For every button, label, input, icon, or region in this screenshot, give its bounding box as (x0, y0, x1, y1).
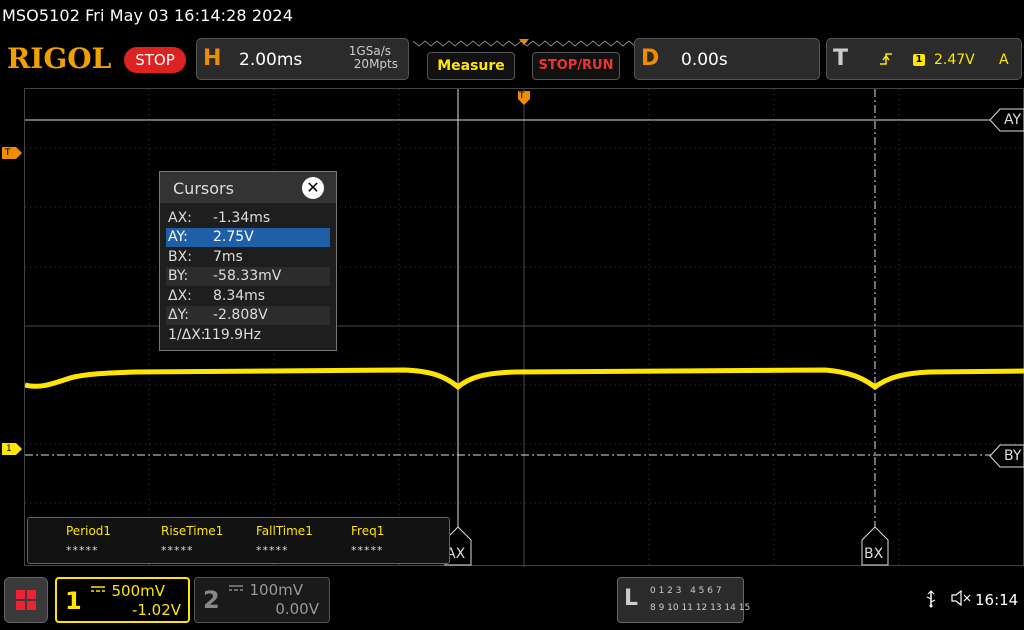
cursor-row-delta-y: ΔY: -2.808V (166, 306, 330, 325)
measurement-value-freq: ***** (351, 544, 384, 557)
channel2-panel[interactable]: 2 100mV 0.00V (194, 577, 330, 623)
grid-cell (16, 590, 25, 599)
cursor-bx-label: BX (864, 546, 884, 562)
grid-cell (27, 601, 36, 610)
cursor-row-value: -58.33mV (213, 268, 282, 284)
cursor-ay-label: AY (1004, 112, 1022, 128)
trigger-mode: A (999, 52, 1009, 68)
cursor-row-value: 7ms (213, 249, 243, 265)
cursor-row-value: -1.34ms (213, 210, 271, 226)
cursors-dialog-title: Cursors (173, 179, 234, 198)
channel1-offset: -1.02V (131, 601, 181, 619)
rising-edge-icon (879, 52, 893, 69)
title-bar: MSO5102 Fri May 03 16:14:28 2024 (0, 0, 1024, 34)
grid-cell (16, 601, 25, 610)
status-clock: 16:14 (975, 591, 1019, 609)
speaker-muted-icon[interactable] (951, 589, 973, 610)
cursor-row-value: 8.34ms (213, 288, 266, 304)
stop-run-button[interactable]: STOP/RUN (532, 52, 620, 80)
cursor-row-value: 2.75V (213, 229, 254, 245)
measurement-label-risetime: RiseTime1 (161, 524, 224, 538)
close-icon[interactable]: ✕ (302, 177, 324, 199)
trigger-letter: T (833, 46, 849, 71)
trigger-position-marker: T (519, 91, 525, 101)
cursor-row-key: ΔY: (168, 307, 189, 323)
run-status-badge: STOP (124, 47, 186, 73)
delay-letter: D (641, 46, 660, 71)
rigol-logo: RIGOL (7, 42, 112, 75)
trigger-level: 2.47V (934, 52, 975, 68)
logic-letter: L (624, 586, 639, 611)
cursor-row-value: 119.9Hz (203, 327, 261, 343)
delay-panel[interactable]: D 0.00s (634, 38, 820, 80)
logic-channels-row2: 8 9 10 11 12 13 14 15 (650, 603, 751, 613)
measurement-value-risetime: ***** (161, 544, 194, 557)
channel2-offset: 0.00V (275, 600, 319, 618)
dc-coupling-icon (91, 586, 105, 592)
cursor-row-key: BX: (168, 249, 192, 265)
top-toolbar: RIGOL STOP H 2.00ms 1GSa/s 20Mpts Measur… (0, 34, 1024, 84)
title-text: MSO5102 Fri May 03 16:14:28 2024 (2, 6, 293, 25)
bottom-bar: 1 500mV -1.02V 2 100mV 0.00V L 0 1 2 3 4… (0, 570, 1024, 630)
measurement-bar[interactable]: Period1 ***** RiseTime1 ***** FallTime1 … (27, 517, 450, 564)
cursor-row-key: ΔX: (168, 288, 192, 304)
cursor-row-ax[interactable]: AX: -1.34ms (166, 209, 330, 228)
measurement-label-period: Period1 (66, 524, 112, 538)
cursor-row-key: AY: (168, 229, 188, 245)
horizontal-letter: H (203, 46, 222, 71)
cursor-row-key: 1/ΔX: (168, 327, 206, 343)
cursor-row-bx[interactable]: BX: 7ms (166, 248, 330, 267)
grid-cell (27, 590, 36, 599)
channel2-scale: 100mV (249, 581, 303, 599)
memory-depth: 20Mpts (353, 57, 398, 71)
channel1-offset-marker[interactable] (2, 443, 22, 455)
measure-button[interactable]: Measure (427, 52, 515, 80)
cursor-row-by[interactable]: BY: -58.33mV (166, 267, 330, 286)
measurement-label-freq: Freq1 (351, 524, 385, 538)
dc-coupling-icon (229, 585, 243, 591)
cursor-row-key: BY: (168, 268, 189, 284)
trigger-level-marker-label: T (5, 148, 11, 158)
trigger-panel[interactable]: T 1 2.47V A (826, 38, 1022, 80)
cursor-by-label: BY (1004, 448, 1022, 464)
measurement-value-period: ***** (66, 544, 99, 557)
cursor-row-key: AX: (168, 210, 192, 226)
trigger-source-badge: 1 (913, 54, 925, 66)
home-menu-button[interactable] (4, 577, 48, 623)
channel1-scale: 500mV (111, 582, 165, 600)
channel1-number: 1 (65, 587, 82, 615)
timebase-value: 2.00ms (239, 50, 303, 70)
cursor-row-delta-x: ΔX: 8.34ms (166, 287, 330, 306)
measurement-value-falltime: ***** (256, 544, 289, 557)
logic-analyzer-panel[interactable]: L 0 1 2 3 4 5 6 7 8 9 10 11 12 13 14 15 (617, 577, 750, 623)
cursor-row-value: -2.808V (213, 307, 268, 323)
usb-icon (925, 590, 937, 612)
memory-overview-strip (413, 39, 635, 47)
logic-channels-row1: 0 1 2 3 4 5 6 7 (650, 586, 722, 596)
horizontal-panel[interactable]: H 2.00ms 1GSa/s 20Mpts (196, 38, 409, 80)
cursors-dialog-header[interactable]: Cursors ✕ (160, 172, 336, 203)
cursor-row-ay[interactable]: AY: 2.75V (166, 228, 330, 247)
delay-value: 0.00s (681, 50, 728, 70)
channel1-panel[interactable]: 1 500mV -1.02V (55, 577, 190, 623)
channel2-number: 2 (203, 586, 220, 614)
measurement-label-falltime: FallTime1 (256, 524, 313, 538)
cursor-row-inv-delta-x: 1/ΔX: 119.9Hz (166, 326, 330, 345)
cursors-dialog[interactable]: Cursors ✕ AX: -1.34ms AY: 2.75V BX: 7ms … (159, 171, 337, 351)
channel1-offset-marker-label: 1 (6, 444, 12, 454)
